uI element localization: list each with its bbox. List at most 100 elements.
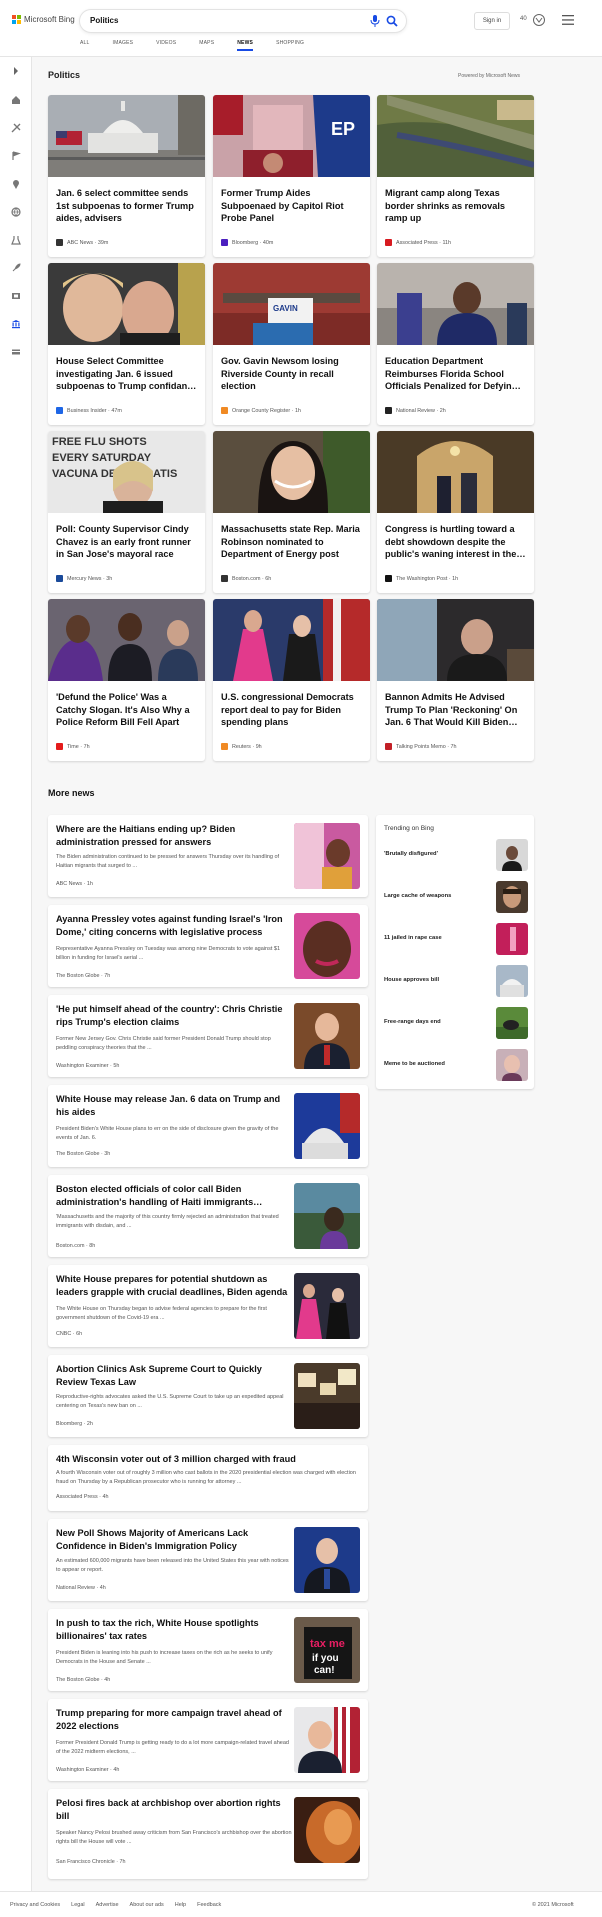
search-input[interactable]: Politics — [90, 16, 118, 25]
card-title[interactable]: Former Trump Aides Subpoenaed by Capitol… — [221, 187, 362, 225]
news-list-item[interactable]: Where are the Haitians ending up? Biden … — [48, 815, 368, 897]
news-list-item[interactable]: 4th Wisconsin voter out of 3 million cha… — [48, 1445, 368, 1511]
search-icon[interactable] — [386, 15, 398, 27]
trending-item[interactable]: Large cache of weapons — [384, 881, 528, 913]
flag-icon[interactable] — [11, 151, 21, 161]
card-title[interactable]: Massachusetts state Rep. Maria Robinson … — [221, 523, 362, 561]
tab-all[interactable]: ALL — [80, 40, 90, 46]
money-icon[interactable] — [11, 347, 21, 357]
item-title[interactable]: 4th Wisconsin voter out of 3 million cha… — [56, 1453, 356, 1466]
sports-icon[interactable] — [11, 123, 21, 133]
powered-by[interactable]: Powered by Microsoft News — [458, 73, 520, 79]
location-icon[interactable] — [11, 179, 21, 189]
trending-item[interactable]: House approves bill — [384, 965, 528, 997]
tab-news[interactable]: NEWS — [237, 40, 253, 51]
source-name: Time — [67, 743, 79, 750]
footer-link-privacy[interactable]: Privacy and Cookies — [10, 1902, 60, 1908]
news-card[interactable]: FREE FLU SHOTS EVERY SATURDAY VACUNA DE … — [48, 431, 205, 593]
trending-label[interactable]: 11 jailed in rape case — [384, 935, 442, 941]
item-title[interactable]: 'He put himself ahead of the country': C… — [56, 1003, 292, 1028]
tab-videos[interactable]: VIDEOS — [156, 40, 176, 46]
card-title[interactable]: Congress is hurtling toward a debt showd… — [385, 523, 526, 561]
item-title[interactable]: White House may release Jan. 6 data on T… — [56, 1093, 292, 1118]
entertainment-icon[interactable] — [11, 291, 21, 301]
card-title[interactable]: Gov. Gavin Newsom losing Riverside Count… — [221, 355, 362, 393]
item-title[interactable]: Boston elected officials of color call B… — [56, 1183, 292, 1208]
trending-item[interactable]: 'Brutally disfigured' — [384, 839, 528, 871]
trending-label[interactable]: Large cache of weapons — [384, 893, 451, 899]
trending-item[interactable]: Free-range days end — [384, 1007, 528, 1039]
item-title[interactable]: Pelosi fires back at archbishop over abo… — [56, 1797, 292, 1822]
footer-link-help[interactable]: Help — [175, 1902, 186, 1908]
globe-icon[interactable] — [11, 207, 21, 217]
card-title[interactable]: Education Department Reimburses Florida … — [385, 355, 526, 393]
trending-item[interactable]: 11 jailed in rape case — [384, 923, 528, 955]
news-card[interactable]: Bannon Admits He Advised Trump To Plan '… — [377, 599, 534, 761]
footer-link-advertise[interactable]: Advertise — [96, 1902, 119, 1908]
trending-item[interactable]: Meme to be auctioned — [384, 1049, 528, 1081]
trending-label[interactable]: House approves bill — [384, 977, 439, 983]
news-card[interactable]: EP Former Trump Aides Subpoenaed by Capi… — [213, 95, 370, 257]
rocket-icon[interactable] — [11, 263, 21, 273]
search-box[interactable]: Politics — [80, 10, 406, 32]
news-list-item[interactable]: Boston elected officials of color call B… — [48, 1175, 368, 1257]
bing-logo[interactable]: Microsoft Bing — [12, 15, 75, 24]
news-card[interactable]: U.S. congressional Democrats report deal… — [213, 599, 370, 761]
science-icon[interactable] — [11, 235, 21, 245]
card-source: The Washington Post · 1h — [385, 575, 458, 582]
footer-link-feedback[interactable]: Feedback — [197, 1902, 221, 1908]
news-card[interactable]: Massachusetts state Rep. Maria Robinson … — [213, 431, 370, 593]
menu-icon[interactable] — [562, 15, 574, 25]
sign-in-button[interactable]: Sign in — [474, 12, 510, 30]
rewards-points[interactable]: 40 — [520, 16, 527, 22]
item-title[interactable]: White House prepares for potential shutd… — [56, 1273, 292, 1298]
news-list-item[interactable]: White House prepares for potential shutd… — [48, 1265, 368, 1347]
card-title[interactable]: Poll: County Supervisor Cindy Chavez is … — [56, 523, 197, 561]
trending-label[interactable]: Free-range days end — [384, 1019, 441, 1025]
news-card[interactable]: GAVIN Gov. Gavin Newsom losing Riverside… — [213, 263, 370, 425]
news-list-item[interactable]: 'He put himself ahead of the country': C… — [48, 995, 368, 1077]
tab-maps[interactable]: MAPS — [199, 40, 214, 46]
item-title[interactable]: Where are the Haitians ending up? Biden … — [56, 823, 292, 848]
news-card[interactable]: Migrant camp along Texas border shrinks … — [377, 95, 534, 257]
card-title[interactable]: House Select Committee investigating Jan… — [56, 355, 197, 393]
news-list-item[interactable]: New Poll Shows Majority of Americans Lac… — [48, 1519, 368, 1601]
card-title[interactable]: Migrant camp along Texas border shrinks … — [385, 187, 526, 225]
tab-images[interactable]: IMAGES — [113, 40, 134, 46]
home-icon[interactable] — [11, 95, 21, 105]
footer-link-about-ads[interactable]: About our ads — [130, 1902, 164, 1908]
logo-text: Microsoft Bing — [24, 15, 75, 24]
item-title[interactable]: In push to tax the rich, White House spo… — [56, 1617, 292, 1642]
card-title[interactable]: U.S. congressional Democrats report deal… — [221, 691, 362, 729]
card-title[interactable]: 'Defund the Police' Was a Catchy Slogan.… — [56, 691, 197, 729]
trending-label[interactable]: 'Brutally disfigured' — [384, 851, 438, 857]
card-title[interactable]: Bannon Admits He Advised Trump To Plan '… — [385, 691, 526, 729]
header-divider — [0, 56, 602, 57]
politics-icon[interactable] — [11, 319, 21, 329]
news-list-item[interactable]: Ayanna Pressley votes against funding Is… — [48, 905, 368, 987]
news-card[interactable]: Education Department Reimburses Florida … — [377, 263, 534, 425]
card-source: Time · 7h — [56, 743, 90, 750]
expand-icon[interactable] — [11, 66, 21, 76]
trending-label[interactable]: Meme to be auctioned — [384, 1061, 445, 1067]
svg-text:if you: if you — [312, 1653, 339, 1664]
item-title[interactable]: Ayanna Pressley votes against funding Is… — [56, 913, 292, 938]
rewards-medal-icon[interactable] — [532, 13, 546, 27]
item-title[interactable]: Abortion Clinics Ask Supreme Court to Qu… — [56, 1363, 292, 1388]
news-card[interactable]: Jan. 6 select committee sends 1st subpoe… — [48, 95, 205, 257]
news-card[interactable]: Congress is hurtling toward a debt showd… — [377, 431, 534, 593]
news-list-item[interactable]: Trump preparing for more campaign travel… — [48, 1699, 368, 1781]
footer-link-legal[interactable]: Legal — [71, 1902, 84, 1908]
tab-shopping[interactable]: SHOPPING — [276, 40, 304, 46]
card-title[interactable]: Jan. 6 select committee sends 1st subpoe… — [56, 187, 197, 225]
microphone-icon[interactable] — [370, 15, 380, 27]
news-list-item[interactable]: Abortion Clinics Ask Supreme Court to Qu… — [48, 1355, 368, 1437]
news-list-item[interactable]: Pelosi fires back at archbishop over abo… — [48, 1789, 368, 1879]
item-title[interactable]: New Poll Shows Majority of Americans Lac… — [56, 1527, 292, 1552]
news-list-item[interactable]: White House may release Jan. 6 data on T… — [48, 1085, 368, 1167]
news-card[interactable]: House Select Committee investigating Jan… — [48, 263, 205, 425]
news-card[interactable]: 'Defund the Police' Was a Catchy Slogan.… — [48, 599, 205, 761]
time-ago: 40m — [262, 239, 274, 246]
news-list-item[interactable]: In push to tax the rich, White House spo… — [48, 1609, 368, 1691]
item-title[interactable]: Trump preparing for more campaign travel… — [56, 1707, 292, 1732]
